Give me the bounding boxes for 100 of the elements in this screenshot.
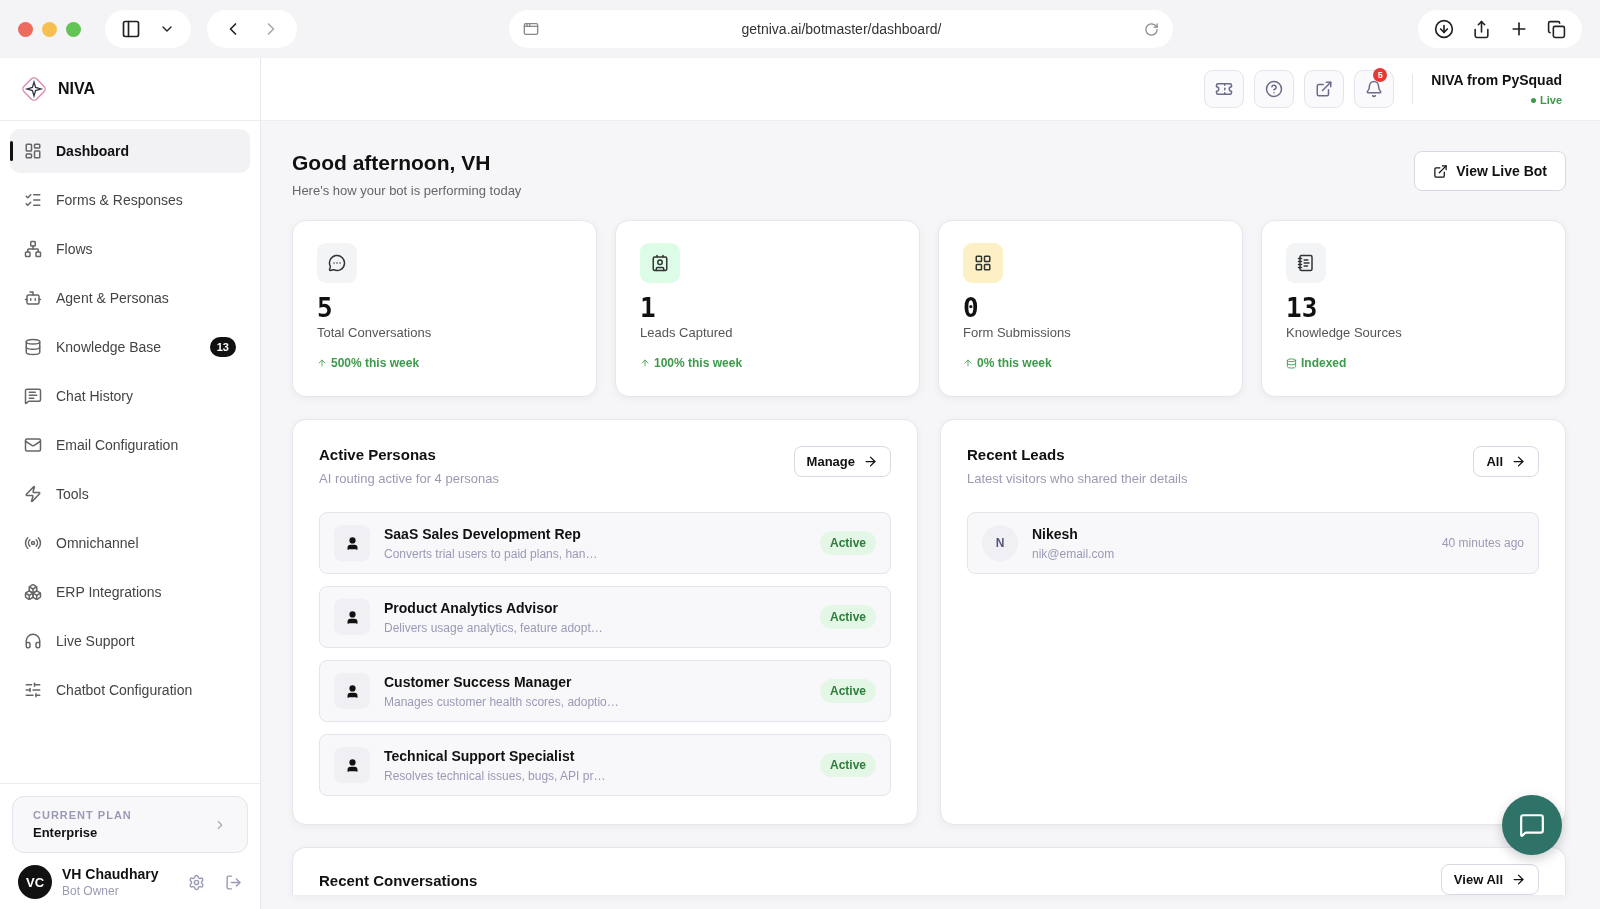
nav-item[interactable]: Dashboard: [10, 129, 250, 173]
nav-item[interactable]: Email Configuration: [10, 423, 250, 467]
status-badge: Active: [819, 605, 876, 629]
database-icon: [1286, 357, 1297, 369]
nav-item[interactable]: Live Support: [10, 619, 250, 663]
card-subtitle: Latest visitors who shared their details: [967, 471, 1188, 486]
settings-icon[interactable]: [188, 873, 205, 891]
help-button[interactable]: [1254, 70, 1295, 108]
close-button[interactable]: [18, 21, 33, 37]
persona-description: Delivers usage analytics, feature adopt…: [384, 620, 604, 635]
dashboard-icon: [24, 142, 42, 160]
tabs-icon[interactable]: [1547, 19, 1566, 39]
person-icon: [344, 757, 360, 773]
nav-item[interactable]: Flows: [10, 227, 250, 271]
external-link-icon: [1315, 80, 1334, 98]
person-icon: [344, 683, 360, 699]
chat-icon: [24, 387, 42, 405]
external-link-icon: [1433, 163, 1449, 179]
persona-name: Product Analytics Advisor: [384, 599, 559, 616]
headphones-icon: [24, 632, 42, 650]
persona-row[interactable]: Product Analytics Advisor Delivers usage analytics, feature adopt… Active: [319, 586, 891, 648]
share-icon[interactable]: [1472, 19, 1491, 39]
lightning-icon: [24, 485, 42, 503]
robot-icon: [24, 289, 42, 307]
arrow-up-icon: [963, 358, 973, 368]
lead-time: 40 minutes ago: [1441, 536, 1524, 550]
nav-item[interactable]: Tools: [10, 472, 250, 516]
url-text: getniva.ai/botmaster/dashboard/: [740, 21, 943, 37]
stat-label: Form Submissions: [963, 325, 1072, 340]
external-link-button[interactable]: [1304, 70, 1345, 108]
persona-name: Technical Support Specialist: [384, 747, 576, 764]
arrow-right-icon: [1511, 872, 1526, 887]
notifications-button[interactable]: 5: [1354, 70, 1395, 108]
address-bar[interactable]: getniva.ai/botmaster/dashboard/: [509, 10, 1173, 48]
logout-icon[interactable]: [225, 873, 242, 891]
ticket-icon: [1215, 80, 1234, 98]
page-icon: [523, 21, 539, 37]
all-button[interactable]: All: [1473, 446, 1539, 477]
plan-label: CURRENT PLAN: [33, 809, 133, 821]
arrow-right-icon: [1511, 454, 1526, 469]
help-icon: [1265, 80, 1284, 98]
stat-value: 13: [1286, 293, 1319, 323]
status-badge: Active: [819, 679, 876, 703]
boxes-icon: [24, 583, 42, 601]
plan-card[interactable]: CURRENT PLAN Enterprise: [12, 796, 248, 853]
arrow-right-icon: [863, 454, 878, 469]
trend-text: 100% this week: [640, 356, 895, 370]
nav-item[interactable]: Forms & Responses: [10, 178, 250, 222]
persona-name: Customer Success Manager: [384, 673, 573, 690]
manage-button[interactable]: Manage: [793, 446, 891, 477]
logo-icon: [20, 75, 48, 103]
greeting-title: Good afternoon, VH: [292, 151, 492, 175]
nav-item[interactable]: Chat History: [10, 374, 250, 418]
persona-description: Converts trial users to paid plans, han…: [384, 546, 599, 561]
persona-row[interactable]: Customer Success Manager Manages customer health scores, adoptio… Active: [319, 660, 891, 722]
status-text: Indexed: [1286, 356, 1541, 370]
lead-email: nik@email.com: [1032, 546, 1116, 561]
user-role: Bot Owner: [62, 884, 120, 898]
persona-description: Manages customer health scores, adoptio…: [384, 694, 620, 709]
person-icon: [344, 535, 360, 551]
nav-item[interactable]: Omnichannel: [10, 521, 250, 565]
status-badge: Active: [819, 531, 876, 555]
persona-description: Resolves technical issues, bugs, API pr…: [384, 768, 607, 783]
lead-name: Nikesh: [1032, 525, 1079, 542]
lead-row[interactable]: N Nikesh nik@email.com 40 minutes ago: [967, 512, 1539, 574]
lead-avatar: N: [982, 525, 1018, 561]
nav-item[interactable]: ERP Integrations: [10, 570, 250, 614]
persona-row[interactable]: SaaS Sales Development Rep Converts trial users to paid plans, han… Active: [319, 512, 891, 574]
stat-value: 0: [963, 293, 980, 323]
arrow-up-icon: [317, 358, 327, 368]
arrow-up-icon: [640, 358, 650, 368]
card-title: Active Personas: [319, 446, 437, 463]
user-name: VH Chaudhary: [62, 866, 160, 882]
card-title: Recent Conversations: [319, 872, 478, 889]
sidebar-icon[interactable]: [121, 19, 141, 39]
nav-item[interactable]: Agent & Personas: [10, 276, 250, 320]
trend-text: 0% this week: [963, 356, 1218, 370]
stat-value: 5: [317, 293, 334, 323]
person-icon: [344, 609, 360, 625]
chat-icon: [1519, 812, 1545, 838]
greeting-subtitle: Here's how your bot is performing today: [292, 183, 522, 198]
stat-label: Leads Captured: [640, 325, 734, 340]
ticket-button[interactable]: [1204, 70, 1245, 108]
network-icon: [24, 240, 42, 258]
stat-label: Knowledge Sources: [1286, 325, 1403, 340]
view-all-button[interactable]: View All: [1440, 864, 1539, 895]
nav-item[interactable]: Knowledge Base 13: [10, 325, 250, 369]
download-icon[interactable]: [1434, 19, 1454, 39]
database-icon: [24, 338, 42, 356]
status-badge: Active: [819, 753, 876, 777]
mail-icon: [24, 436, 42, 454]
view-live-bot-button[interactable]: View Live Bot: [1414, 151, 1566, 191]
bot-name: NIVA from PySquad: [1431, 72, 1562, 88]
sliders-icon: [24, 681, 42, 699]
persona-row[interactable]: Technical Support Specialist Resolves technical issues, bugs, API pr… Active: [319, 734, 891, 796]
persona-name: SaaS Sales Development Rep: [384, 525, 582, 542]
nav-item[interactable]: Chatbot Configuration: [10, 668, 250, 712]
reload-icon[interactable]: [1144, 21, 1159, 37]
stat-value: 1: [640, 293, 657, 323]
count-badge: 13: [209, 337, 236, 357]
